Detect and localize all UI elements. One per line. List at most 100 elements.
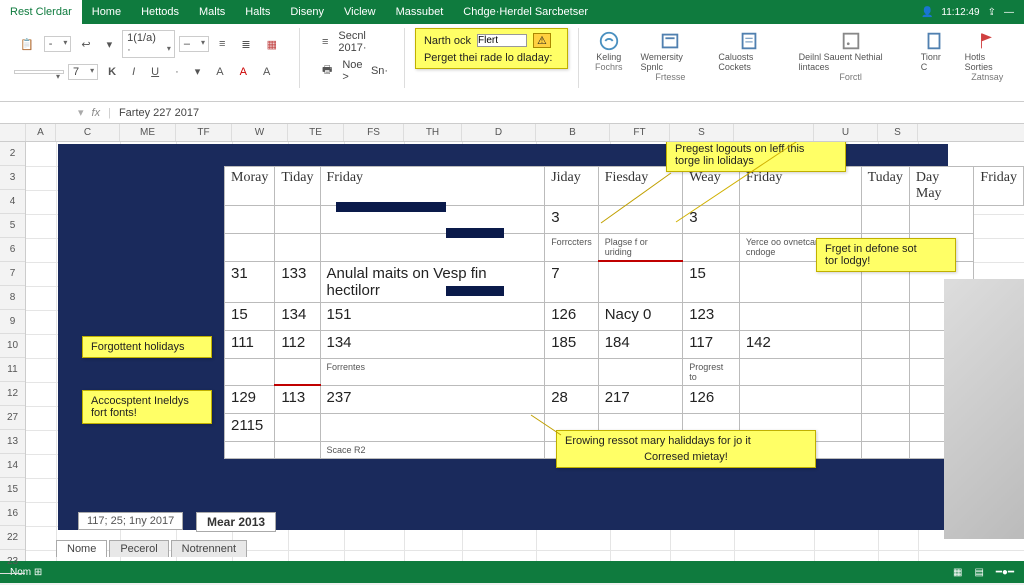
align-center-icon[interactable]: ≣	[235, 35, 256, 54]
cal-cell[interactable]	[275, 441, 320, 458]
cal-cell[interactable]: 15	[683, 261, 740, 302]
warranty-button[interactable]: Wemersity SpnlcFrtesse	[634, 28, 706, 84]
view-layout-icon[interactable]: ▤	[974, 567, 983, 578]
cal-cell[interactable]	[861, 330, 909, 358]
col-header[interactable]: TF	[176, 124, 232, 141]
calculate-button[interactable]: Caluosts Cockets	[712, 28, 786, 74]
col-header[interactable]: FS	[344, 124, 404, 141]
row-header[interactable]: 15	[0, 478, 25, 502]
expand-icon[interactable]: ▾	[189, 62, 207, 81]
flag-button[interactable]: Hotls SortiesZatnsay	[959, 28, 1016, 84]
col-header[interactable]: S	[670, 124, 734, 141]
cal-cell[interactable]: 142	[739, 330, 861, 358]
col-header[interactable]: U	[814, 124, 878, 141]
font-color-a[interactable]: A	[210, 63, 229, 81]
row-header[interactable]: 2	[0, 142, 25, 166]
row-header[interactable]: 12	[0, 382, 25, 406]
cal-cell[interactable]: 7	[545, 261, 599, 302]
row-header[interactable]: 22	[0, 526, 25, 550]
cal-cell[interactable]: 15	[225, 302, 275, 330]
tab-chdge[interactable]: Chdge·Herdel Sarcbetser	[453, 0, 598, 24]
cal-cell[interactable]	[320, 234, 545, 262]
cal-cell[interactable]	[275, 413, 320, 441]
font-grow[interactable]: A	[234, 63, 253, 81]
tab-home[interactable]: Home	[82, 0, 131, 24]
cal-cell[interactable]	[225, 206, 275, 234]
row-header[interactable]: 10	[0, 334, 25, 358]
tab-hettods[interactable]: Hettods	[131, 0, 189, 24]
tab-malts[interactable]: Malts	[189, 0, 235, 24]
row-header[interactable]: 5	[0, 214, 25, 238]
cal-cell[interactable]: Anulal maits on Vesp fin hectilorr	[320, 261, 545, 302]
row-header[interactable]: 11	[0, 358, 25, 382]
row-header[interactable]: 27	[0, 406, 25, 430]
cal-cell[interactable]	[861, 358, 909, 385]
row-header[interactable]: 7	[0, 262, 25, 286]
cal-cell[interactable]: 185	[545, 330, 599, 358]
row-header[interactable]: 3	[0, 166, 25, 190]
list-icon[interactable]: ≡	[316, 33, 334, 51]
sheet-tab-pecerol[interactable]: Pecerol	[109, 540, 168, 557]
cal-cell[interactable]: 134	[320, 330, 545, 358]
col-header[interactable]: D	[462, 124, 536, 141]
col-header[interactable]: TH	[404, 124, 462, 141]
fill-icon[interactable]: ▦	[261, 35, 283, 54]
col-header[interactable]: S	[878, 124, 918, 141]
cut-icon[interactable]: ↩	[75, 35, 96, 54]
dd-3[interactable]: –	[179, 36, 209, 52]
cal-cell[interactable]: 151	[320, 302, 545, 330]
tab-massubet[interactable]: Massubet	[386, 0, 454, 24]
tab-file[interactable]: Rest Clerdar	[0, 0, 82, 24]
cal-cell[interactable]: Scace R2	[320, 441, 545, 458]
font-size[interactable]: 7	[68, 64, 98, 80]
user-icon[interactable]: 👤	[921, 7, 933, 18]
cal-cell[interactable]	[739, 358, 861, 385]
cal-cell[interactable]	[275, 234, 320, 262]
cancel-icon[interactable]: ▾	[78, 106, 84, 119]
paste-icon[interactable]: 📋	[14, 35, 40, 54]
keling-button[interactable]: KelingFochrs	[589, 28, 629, 74]
cal-cell[interactable]	[225, 358, 275, 385]
cal-cell[interactable]: Forrentes	[320, 358, 545, 385]
cal-cell[interactable]: Nacy 0	[598, 302, 683, 330]
cal-cell[interactable]	[861, 206, 909, 234]
cal-cell[interactable]	[320, 413, 545, 441]
tion-button[interactable]: Tionr C	[915, 28, 953, 74]
cal-cell[interactable]: Forrccters	[545, 234, 599, 262]
col-header[interactable]: B	[536, 124, 610, 141]
cal-cell[interactable]: 112	[275, 330, 320, 358]
cal-cell[interactable]	[545, 358, 599, 385]
noe-label[interactable]: Noe >	[342, 59, 367, 83]
font-box[interactable]	[14, 70, 64, 74]
cal-cell[interactable]: 123	[683, 302, 740, 330]
tab-view[interactable]: Viclew	[334, 0, 386, 24]
row-header[interactable]: 23	[0, 550, 25, 574]
row-header[interactable]: 4	[0, 190, 25, 214]
tab-halts[interactable]: Halts	[235, 0, 280, 24]
sheet-tab-notrennent[interactable]: Notrennent	[171, 540, 247, 557]
col-header[interactable]: A	[26, 124, 56, 141]
copy-icon[interactable]: ▾	[101, 35, 119, 54]
sheet-tab-nome[interactable]: Nome	[56, 540, 107, 557]
cal-cell[interactable]: 28	[545, 385, 599, 413]
row-header[interactable]: 8	[0, 286, 25, 310]
cal-cell[interactable]	[861, 441, 909, 458]
sheet-canvas[interactable]: MorayTidayFridayJidayFiesdayWeayFridayTu…	[26, 142, 1024, 561]
cal-cell[interactable]	[739, 302, 861, 330]
cal-cell[interactable]: 129	[225, 385, 275, 413]
cal-cell[interactable]: 126	[545, 302, 599, 330]
align-left-icon[interactable]: ≡	[213, 35, 231, 53]
decimal-button[interactable]: Deilnl Sauent Nethial lintacesForctl	[793, 28, 909, 84]
cal-cell[interactable]	[861, 385, 909, 413]
share-icon[interactable]: ⇪	[988, 7, 996, 18]
cal-cell[interactable]	[861, 302, 909, 330]
cal-cell[interactable]: 3	[545, 206, 599, 234]
zoom-slider[interactable]: ━●━	[996, 567, 1014, 578]
minimize-icon[interactable]: —	[1004, 7, 1014, 18]
cal-cell[interactable]	[909, 206, 974, 234]
col-header[interactable]	[734, 124, 814, 141]
view-normal-icon[interactable]: ▦	[953, 567, 962, 578]
cal-cell[interactable]: 113	[275, 385, 320, 413]
dd-2[interactable]: 1(1/a) ·	[122, 30, 175, 58]
cal-cell[interactable]	[225, 441, 275, 458]
